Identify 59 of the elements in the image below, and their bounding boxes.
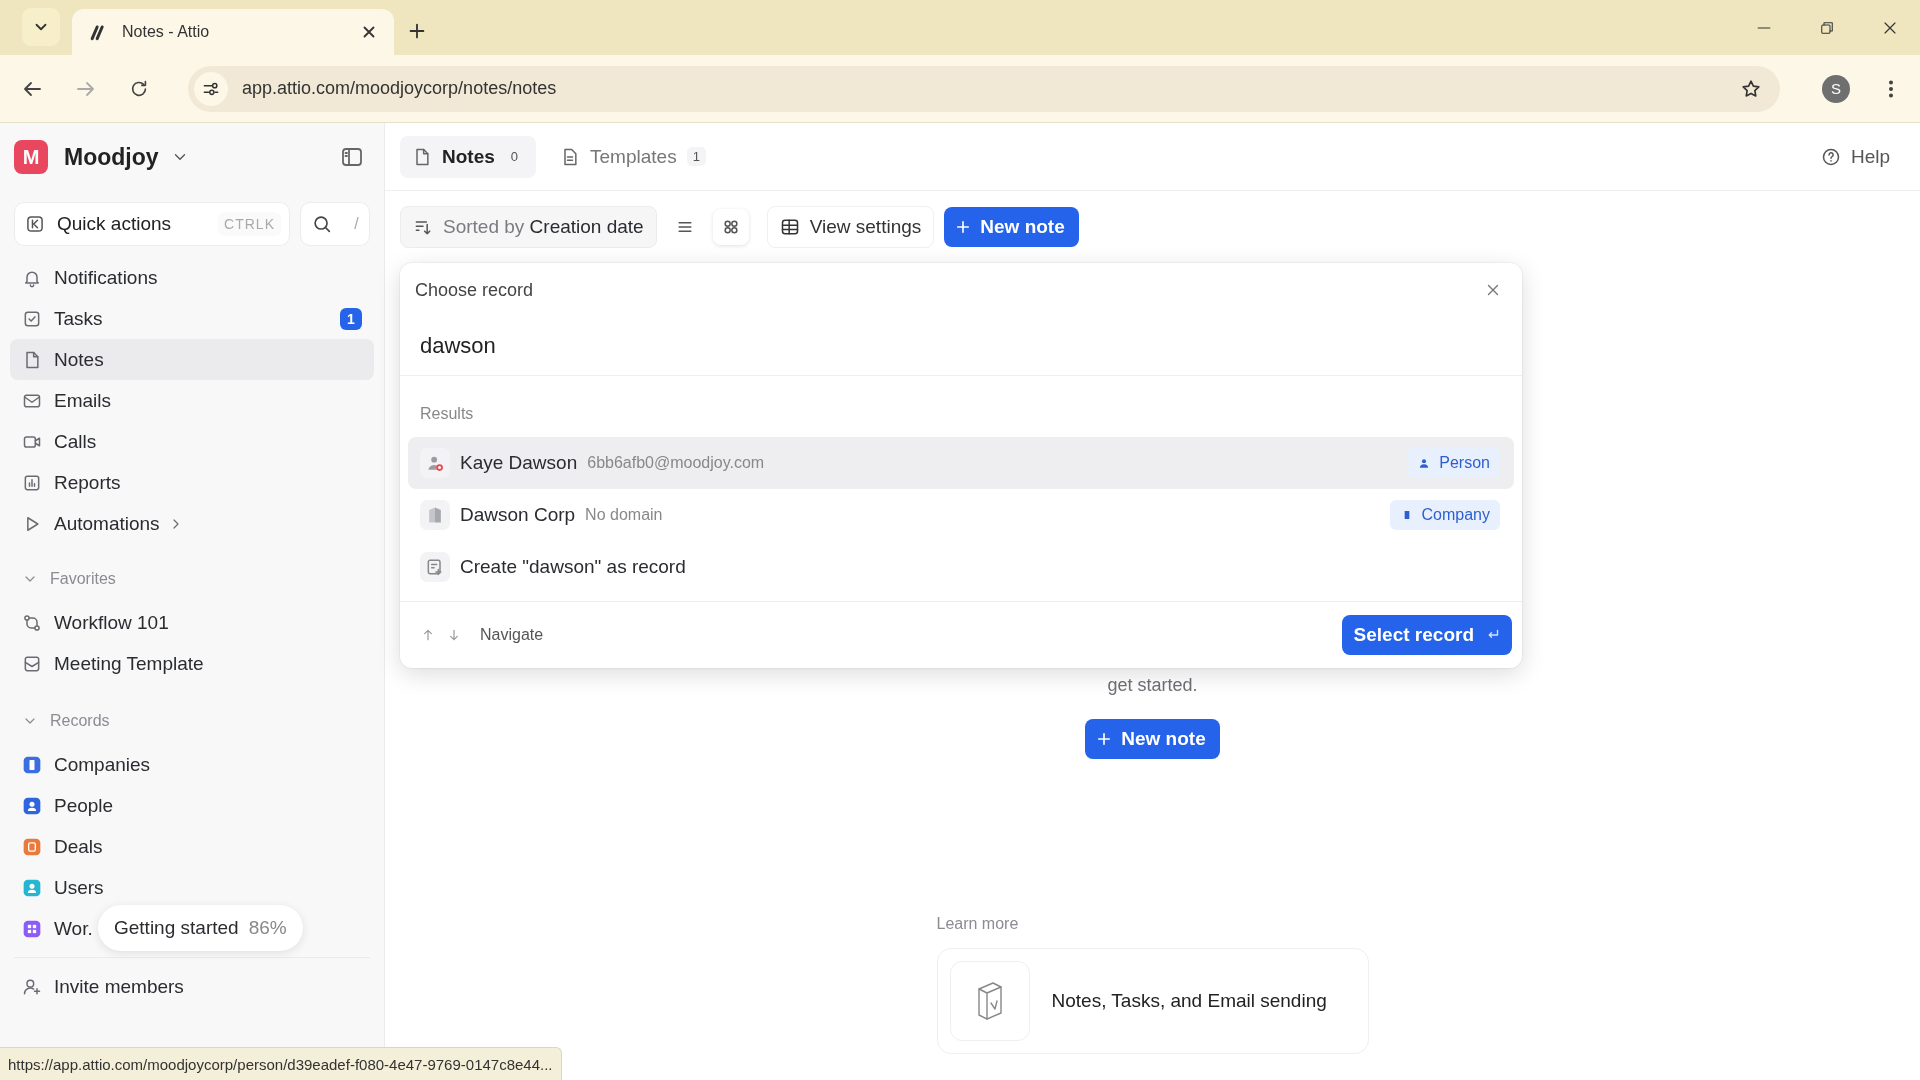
workspace-name[interactable]: Moodjoy: [64, 143, 159, 171]
profile-avatar[interactable]: S: [1822, 74, 1850, 103]
view-tab[interactable]: Templates 1: [548, 135, 718, 178]
getting-started-button[interactable]: Getting started 86%: [98, 905, 303, 951]
section-label: Learn more: [936, 914, 1020, 934]
record-type-tag: Company: [1389, 500, 1500, 530]
view-tab[interactable]: Notes 0: [400, 135, 537, 178]
empty-state-message: get started.: [1107, 674, 1198, 697]
sidebar-item[interactable]: Wor. Getting started 86%: [10, 908, 374, 949]
sidebar-item[interactable]: Meeting Template: [10, 643, 374, 684]
record-name: Kaye Dawson: [460, 452, 578, 474]
sidebar-item[interactable]: Workflow 101: [10, 602, 374, 643]
learn-more-card[interactable]: Notes, Tasks, and Email sending: [936, 948, 1369, 1054]
record-name: Create "dawson" as record: [460, 556, 686, 578]
workspace-logo: M: [14, 140, 48, 174]
view-toggle[interactable]: [712, 209, 749, 245]
record-detail: 6bb6afb0@moodjoy.com: [587, 454, 765, 472]
new-note-button[interactable]: New note: [944, 207, 1079, 247]
select-record-button[interactable]: Select record: [1341, 615, 1512, 655]
sidebar-item[interactable]: People: [10, 785, 374, 826]
sidebar-item[interactable]: Companies: [10, 744, 374, 785]
link-preview: https://app.attio.com/moodjoycorp/person/d39eadef-f080-4e47-9769-0147c8e44...: [0, 1047, 562, 1080]
navigate-hint: Navigate: [480, 626, 544, 644]
sidebar-toggle-icon[interactable]: [340, 145, 364, 169]
nav-item[interactable]: Notifications: [10, 257, 374, 298]
section-label: Results: [420, 405, 474, 423]
browser-tab[interactable]: Notes - Attio: [72, 9, 394, 55]
nav-item[interactable]: Reports: [10, 462, 374, 503]
help-icon: [1820, 146, 1841, 167]
result-row[interactable]: Create "dawson" as record: [408, 541, 1514, 593]
view-settings-button[interactable]: View settings: [766, 206, 935, 248]
new-note-button[interactable]: New note: [1085, 719, 1220, 759]
shortcut-hint: CTRLK: [218, 212, 281, 236]
workflow-icon: [22, 612, 42, 633]
nav-item[interactable]: Emails: [10, 380, 374, 421]
count-badge: 1: [340, 307, 362, 330]
nav-item[interactable]: Notes: [10, 339, 374, 380]
command-icon: [25, 214, 45, 234]
card-title: Notes, Tasks, and Email sending: [1051, 990, 1327, 1012]
table-icon: [779, 217, 800, 237]
result-row[interactable]: Dawson Corp No domain Company: [408, 489, 1514, 541]
invite-members-item[interactable]: Invite members: [10, 966, 374, 1007]
search-field[interactable]: dawson: [420, 333, 1502, 359]
record-detail: No domain: [585, 506, 663, 524]
record-type-tag: Person: [1407, 448, 1500, 478]
address-bar[interactable]: app.attio.com/moodjoycorp/notes/notes: [188, 65, 1780, 112]
record-name: Dawson Corp: [460, 504, 576, 526]
sidebar-item[interactable]: Deals: [10, 826, 374, 867]
dialog-title: Choose record: [415, 279, 534, 301]
result-row[interactable]: Kaye Dawson 6bb6afb0@moodjoy.com Person: [408, 437, 1514, 489]
sidebar-item[interactable]: Users: [10, 867, 374, 908]
count-badge: 1: [686, 147, 706, 166]
site-settings-icon[interactable]: [194, 71, 228, 106]
help-button[interactable]: Help: [1820, 145, 1890, 168]
nav-item[interactable]: Tasks 1: [10, 298, 374, 339]
sort-button[interactable]: Sorted by Creation date: [400, 206, 657, 248]
nav-item[interactable]: Automations: [10, 503, 374, 544]
quick-actions-button[interactable]: Quick actions CTRLK: [14, 202, 290, 246]
nav-item[interactable]: Calls: [10, 421, 374, 462]
